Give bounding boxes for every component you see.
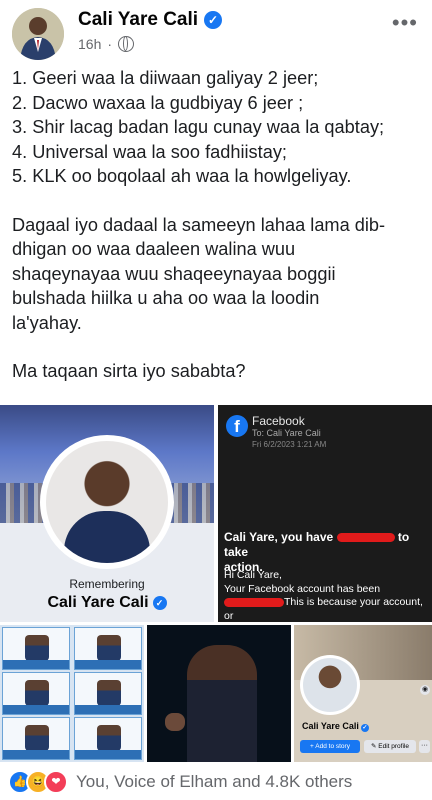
verified-badge-icon: ✓	[360, 724, 369, 732]
profile-name: Cali Yare Cali	[302, 721, 359, 731]
redaction-mark	[336, 533, 395, 543]
email-line-row: This is because your account, or	[224, 596, 429, 622]
post-body: 1. Geeri waa la diiwaan galiyay 2 jeer; …	[12, 66, 422, 384]
card-band	[75, 660, 141, 669]
studio-person	[187, 645, 257, 762]
studio-photo-tile[interactable]	[147, 625, 291, 762]
studio-hand	[165, 713, 185, 731]
person-photo	[25, 725, 49, 751]
email-screenshot-tile[interactable]: f Facebook To: Cali Yare Cali Fri 6/2/20…	[218, 405, 432, 622]
memorial-photo-tile[interactable]: Remembering Cali Yare Cali ✓	[0, 405, 214, 622]
card-band	[75, 705, 141, 714]
author-name[interactable]: Cali Yare Cali	[78, 9, 198, 31]
profile-name-row: Cali Yare Cali ✓	[302, 721, 369, 732]
paragraph-line: Dagaal iyo dadaal la sameeyn lahaa lama …	[12, 214, 386, 235]
verified-badge-icon: ✓	[152, 596, 167, 610]
person-photo	[25, 680, 49, 706]
reactions-bar[interactable]: 👍 😆 ❤ You, Voice of Elham and 4.8K other…	[8, 768, 352, 796]
announcement-card	[2, 627, 70, 670]
post-header: Cali Yare Cali ✓ 16h · •••	[0, 0, 432, 60]
edit-profile-button: ✎ Edit profile	[364, 740, 416, 753]
redaction-mark	[224, 597, 284, 607]
list-item: 4. Universal waa la soo fadhiistay;	[12, 141, 287, 162]
more-dots-icon[interactable]: •••	[392, 10, 418, 36]
paragraph-line: dhigan oo waa daaleen walina wuu	[12, 239, 296, 259]
memorial-name: Cali Yare Cali	[47, 594, 149, 611]
list-item: 2. Dacwo waxaa la gudbiyay 6 jeer ;	[12, 92, 304, 113]
reactions-summary[interactable]: You, Voice of Elham and 4.8K others	[76, 772, 352, 792]
list-item: 3. Shir lacag badan lagu cunay waa la qa…	[12, 117, 385, 137]
announcement-grid-tile[interactable]	[0, 625, 144, 762]
email-sender: Facebook	[252, 414, 305, 428]
facebook-logo-icon: f	[226, 415, 248, 437]
memorial-name-row: Cali Yare Cali ✓	[0, 594, 214, 612]
remembering-label: Remembering	[69, 577, 145, 591]
announcement-card	[74, 627, 142, 670]
love-icon: ❤	[44, 770, 68, 794]
person-photo	[25, 635, 49, 661]
post-paragraph: Dagaal iyo dadaal la sameeyn lahaa lama …	[12, 213, 422, 336]
post-question: Ma taqaan sirta iyo sababta?	[12, 361, 246, 381]
verified-badge-icon: ✓	[204, 11, 223, 29]
profile-more-button: ···	[419, 740, 430, 753]
list-item: 1. Geeri waa la diiwaan galiyay 2 jeer;	[12, 68, 319, 88]
email-date: Fri 6/2/2023 1:21 AM	[252, 440, 327, 449]
paragraph-line: bulshada hiilka u aha oo waa la loodin	[12, 288, 320, 308]
email-line: Your Facebook account has been	[224, 582, 381, 595]
add-to-story-button: + Add to story	[300, 740, 360, 753]
card-band	[3, 660, 69, 669]
email-body: Hi Cali Yare, Your Facebook account has …	[224, 569, 429, 622]
avatar-photo	[12, 8, 64, 60]
numbered-list: 1. Geeri waa la diiwaan galiyay 2 jeer; …	[12, 66, 422, 189]
person-photo	[97, 725, 121, 751]
person-photo	[97, 635, 121, 661]
post-meta: 16h ·	[78, 36, 135, 52]
paragraph-line: la'yahay.	[12, 312, 82, 333]
camera-icon: ◉	[420, 685, 430, 695]
globe-icon[interactable]	[118, 36, 135, 52]
memorial-portrait	[46, 441, 168, 563]
announcement-card	[2, 672, 70, 715]
announcement-card	[74, 672, 142, 715]
author-name-row[interactable]: Cali Yare Cali ✓	[78, 9, 223, 31]
meta-separator: ·	[107, 36, 113, 52]
announcement-card	[74, 717, 142, 760]
card-band	[3, 705, 69, 714]
card-band	[75, 750, 141, 759]
profile-screenshot-tile[interactable]: ◉ Cali Yare Cali ✓ + Add to story ✎ Edit …	[294, 625, 432, 762]
person-photo	[97, 680, 121, 706]
announcement-card	[2, 717, 70, 760]
post-time[interactable]: 16h	[78, 36, 101, 52]
card-band	[3, 750, 69, 759]
email-recipient: To: Cali Yare Cali	[252, 428, 321, 438]
profile-photo	[303, 658, 357, 712]
paragraph-line: shaqeynayaa wuu shaqeeynayaa boggii	[12, 263, 336, 284]
email-title-part: Cali Yare, you have	[224, 530, 334, 544]
list-item: 5. KLK oo boqolaal ah waa la howlgeliyay…	[12, 166, 352, 186]
email-greeting: Hi Cali Yare,	[224, 569, 282, 581]
author-avatar[interactable]	[12, 8, 64, 60]
